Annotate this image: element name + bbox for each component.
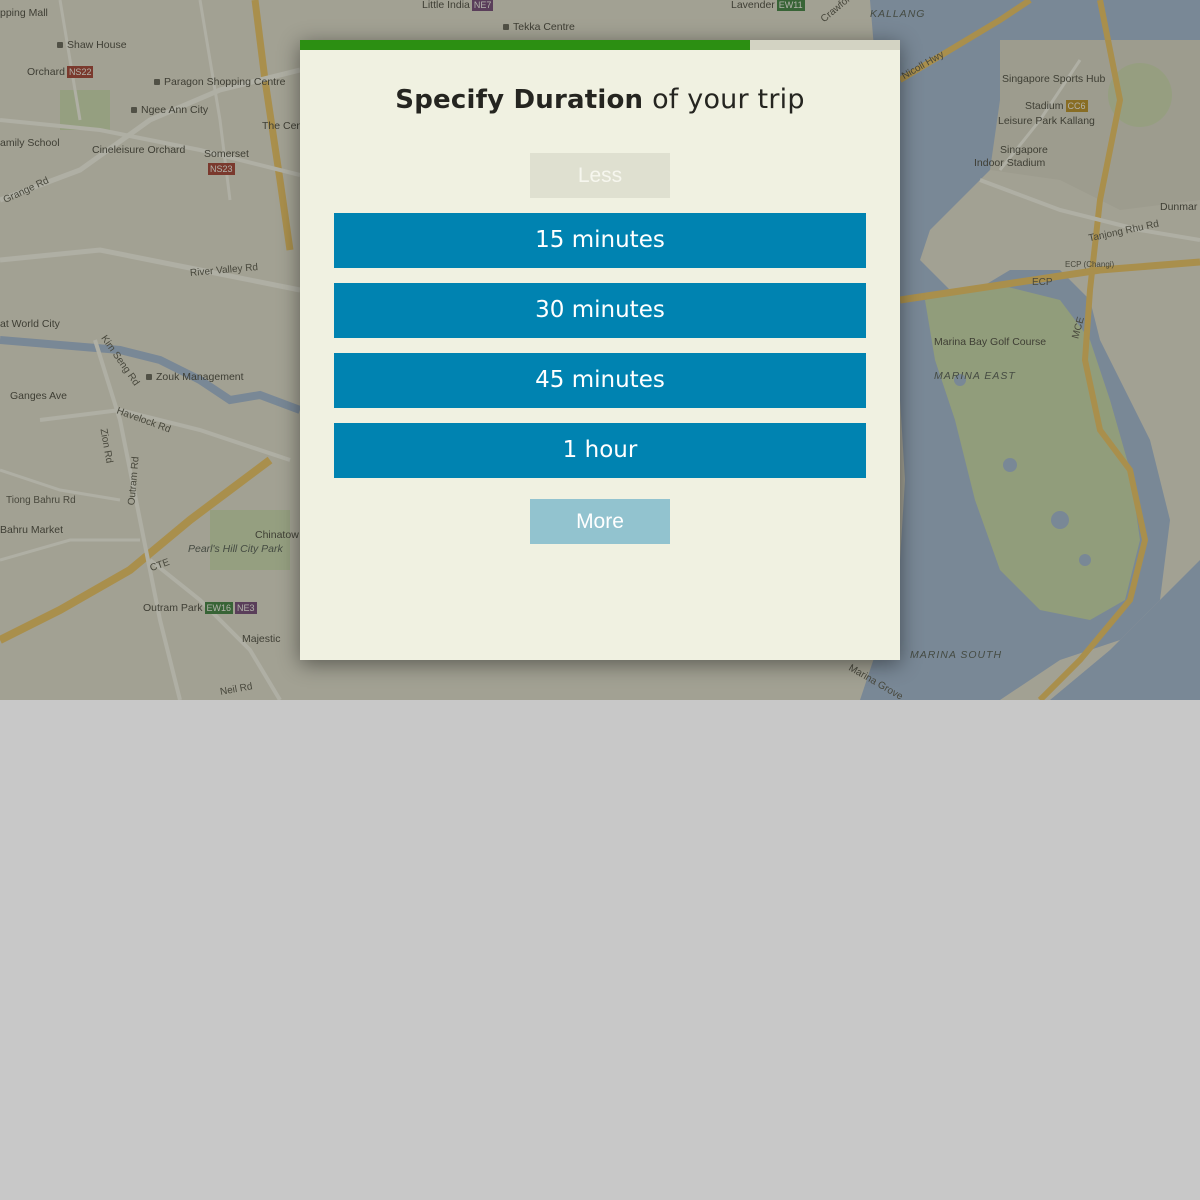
more-button[interactable]: More xyxy=(530,499,670,544)
duration-option-45-minutes[interactable]: 45 minutes xyxy=(334,353,866,408)
dialog-title: Specify Duration of your trip xyxy=(300,84,900,115)
dialog-title-rest: of your trip xyxy=(652,84,805,115)
dialog-title-bold: Specify Duration xyxy=(395,85,644,115)
duration-option-30-minutes[interactable]: 30 minutes xyxy=(334,283,866,338)
duration-option-15-minutes[interactable]: 15 minutes xyxy=(334,213,866,268)
less-button[interactable]: Less xyxy=(530,153,670,198)
progress-bar-fill xyxy=(300,40,750,50)
duration-dialog: Specify Duration of your trip Less 15 mi… xyxy=(300,40,900,660)
duration-option-1-hour[interactable]: 1 hour xyxy=(334,423,866,478)
progress-bar xyxy=(300,40,900,50)
